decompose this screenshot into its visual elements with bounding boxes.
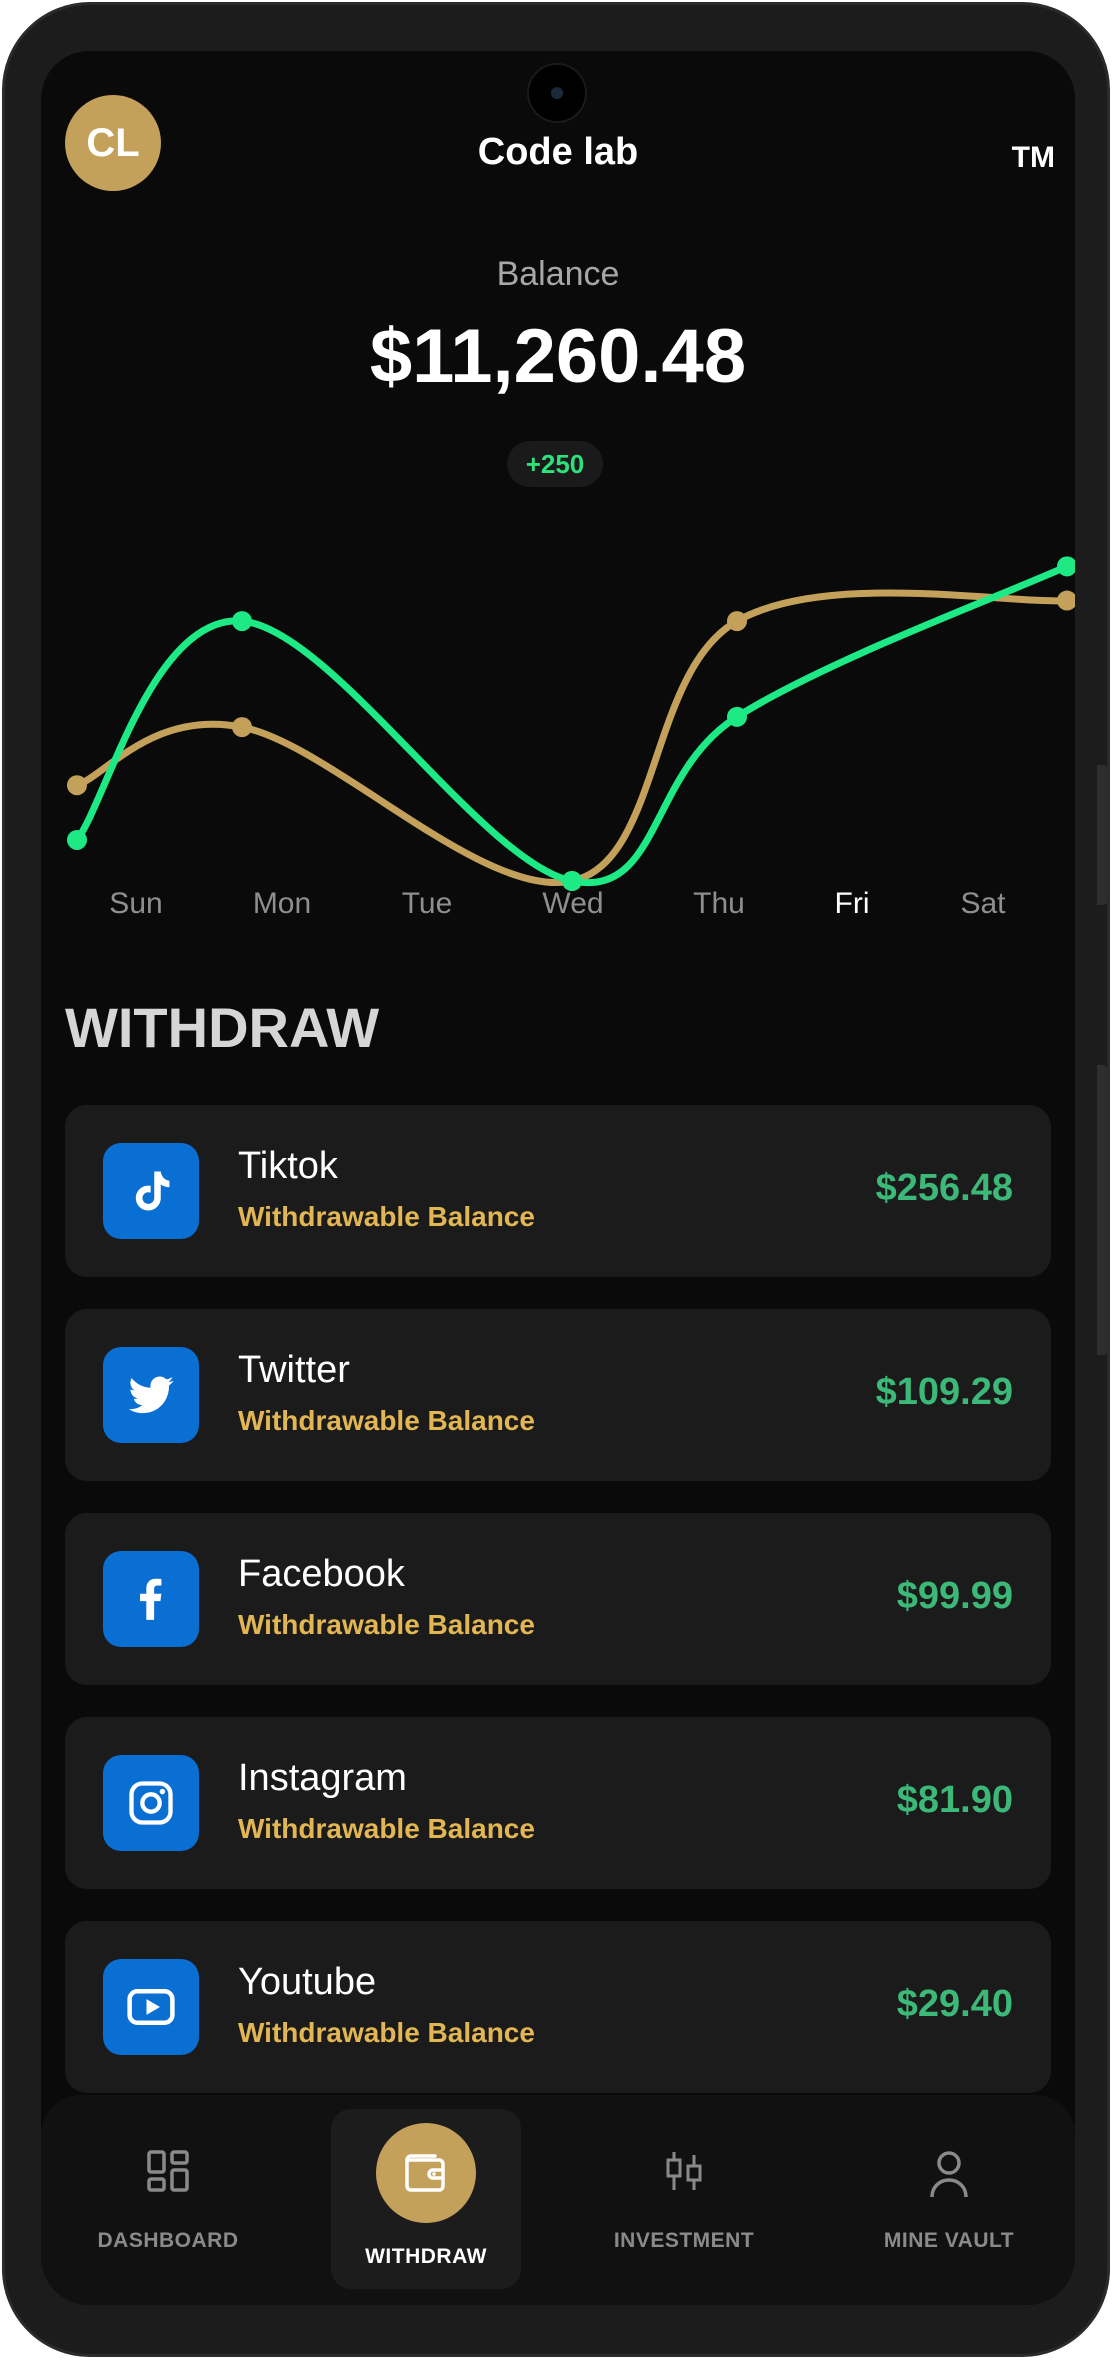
withdraw-card-subtitle: Withdrawable Balance [238, 1609, 535, 1640]
withdraw-card-name: Twitter [238, 1349, 350, 1391]
withdraw-card-name: Tiktok [238, 1145, 338, 1187]
chart-point[interactable] [232, 717, 252, 738]
nav-mine-vault[interactable]: MINE VAULT [849, 2095, 1049, 2275]
chart-day-labels: Sun Mon Tue Wed Thu Fri Sat [41, 887, 1075, 927]
withdraw-card-subtitle: Withdrawable Balance [238, 1813, 535, 1844]
withdraw-card-name: Instagram [238, 1757, 407, 1799]
balance-label: Balance [496, 255, 620, 293]
tiktok-icon [103, 1143, 199, 1239]
withdraw-card-twitter[interactable]: Twitter Withdrawable Balance $109.29 [65, 1309, 1051, 1481]
balance-change-value: +250 [525, 448, 585, 479]
chart-day-label[interactable]: Tue [402, 887, 453, 921]
twitter-icon [103, 1347, 199, 1443]
chart-day-label[interactable]: Sat [960, 887, 1005, 921]
withdraw-section-title: WITHDRAW [65, 996, 380, 1059]
nav-label: MINE VAULT [883, 2229, 1015, 2252]
nav-active-indicator [376, 2123, 476, 2223]
withdraw-card-youtube[interactable]: Youtube Withdrawable Balance $29.40 [65, 1921, 1051, 2093]
chart-day-label[interactable]: Thu [693, 887, 745, 921]
withdraw-card-amount: $99.99 [896, 1575, 1013, 1617]
user-icon [930, 2151, 968, 2198]
trademark-label: TM [1011, 141, 1055, 174]
chart-day-label[interactable]: Fri [835, 887, 870, 921]
bottom-navigation: DASHBOARD WITHDRAW INVESTMENT MINE VAULT [41, 2095, 1075, 2305]
withdraw-card-amount: $256.48 [875, 1167, 1013, 1209]
chart-point[interactable] [1057, 590, 1075, 611]
chart-point[interactable] [727, 611, 747, 632]
volume-button [1097, 765, 1107, 905]
balance-chart [67, 556, 1075, 891]
withdraw-card-instagram[interactable]: Instagram Withdrawable Balance $81.90 [65, 1717, 1051, 1889]
phone-frame: CL Code lab TM Balance $11,260.48 +250 S… [2, 2, 1110, 2357]
chart-point[interactable] [67, 775, 87, 796]
withdraw-card-name: Youtube [238, 1961, 377, 2003]
withdraw-card-subtitle: Withdrawable Balance [238, 1201, 535, 1232]
withdraw-card-tiktok[interactable]: Tiktok Withdrawable Balance $256.48 [65, 1105, 1051, 1277]
chart-point[interactable] [727, 706, 747, 727]
balance-amount: $11,260.48 [369, 314, 747, 399]
withdraw-card-subtitle: Withdrawable Balance [238, 2017, 535, 2048]
withdraw-card-subtitle: Withdrawable Balance [238, 1405, 535, 1436]
chart-point[interactable] [232, 611, 252, 632]
withdraw-card-amount: $81.90 [896, 1779, 1013, 1821]
front-camera [527, 63, 587, 123]
nav-dashboard[interactable]: DASHBOARD [68, 2095, 268, 2275]
chart-day-label[interactable]: Wed [542, 887, 603, 921]
screen: CL Code lab TM Balance $11,260.48 +250 S… [41, 51, 1075, 2305]
nav-label: INVESTMENT [613, 2229, 755, 2252]
nav-investment[interactable]: INVESTMENT [584, 2095, 784, 2275]
nav-label: DASHBOARD [97, 2229, 239, 2252]
nav-withdraw[interactable]: WITHDRAW [331, 2109, 521, 2289]
instagram-icon [103, 1755, 199, 1851]
youtube-icon [103, 1959, 199, 2055]
power-button [1097, 1065, 1107, 1355]
chart-series-line [73, 589, 1071, 887]
chart-day-label[interactable]: Mon [253, 887, 311, 921]
wallet-icon [405, 2154, 445, 2192]
nav-label: WITHDRAW [365, 2245, 487, 2268]
balance-change-badge: +250 [507, 441, 603, 487]
facebook-icon [103, 1551, 199, 1647]
withdraw-card-amount: $29.40 [896, 1983, 1013, 2025]
withdraw-card-amount: $109.29 [875, 1371, 1013, 1413]
app-title: Code lab [477, 131, 639, 173]
candlestick-icon [666, 2152, 702, 2190]
dashboard-icon [147, 2150, 189, 2192]
chart-point[interactable] [67, 829, 87, 850]
withdraw-list: Tiktok Withdrawable Balance $256.48 Twit… [65, 1105, 1051, 2125]
withdraw-card-facebook[interactable]: Facebook Withdrawable Balance $99.99 [65, 1513, 1051, 1685]
chart-day-label[interactable]: Sun [109, 887, 162, 921]
withdraw-card-name: Facebook [238, 1553, 405, 1595]
